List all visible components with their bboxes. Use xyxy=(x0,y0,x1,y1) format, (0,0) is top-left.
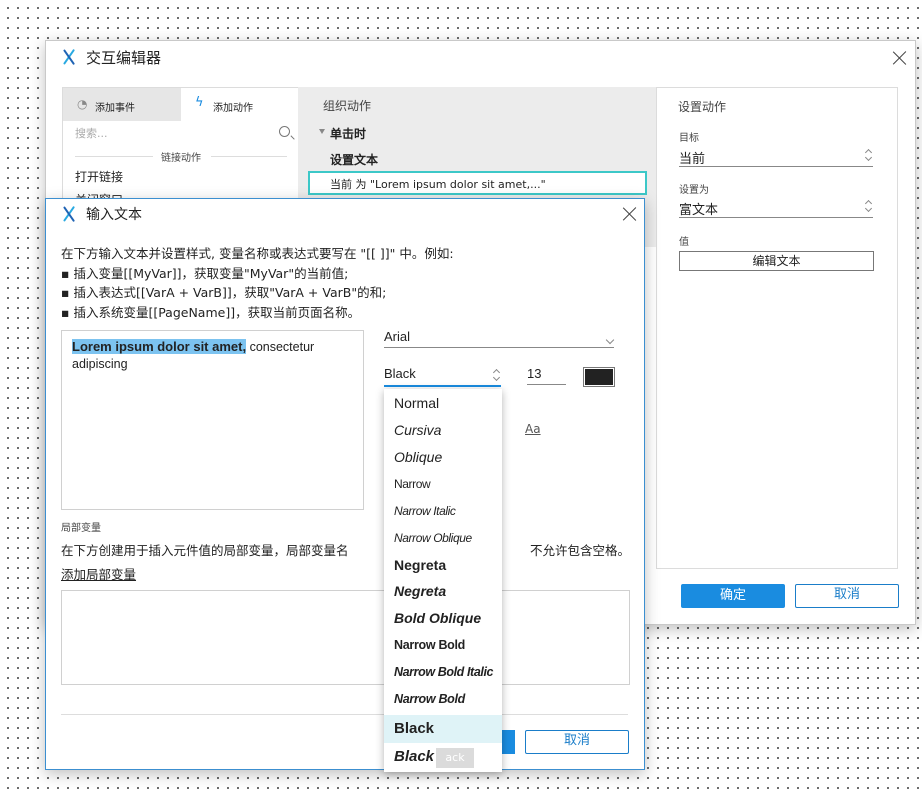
search-input[interactable]: 搜索... xyxy=(75,125,295,141)
rich-text-editor[interactable]: Lorem ipsum dolor sit amet, consectetur … xyxy=(61,330,364,510)
weight-option-negreta-italic[interactable]: Negreta xyxy=(384,578,502,604)
interaction-editor-title: 交互编辑器 xyxy=(86,49,162,67)
search-icon[interactable] xyxy=(279,126,290,137)
close-icon[interactable] xyxy=(623,207,637,221)
hidden-ok-fragment: ack xyxy=(436,748,474,768)
target-label: 目标 xyxy=(679,133,699,144)
ok-button[interactable]: 确定 xyxy=(681,584,785,608)
setas-select[interactable]: 富文本 xyxy=(679,199,873,218)
action-detail[interactable]: 当前 为 "Lorem ipsum dolor sit amet,..." xyxy=(308,171,647,195)
weight-option-narrow[interactable]: Narrow xyxy=(384,471,502,497)
weight-option-normal[interactable]: Normal xyxy=(384,390,502,416)
target-updown-icon xyxy=(865,148,873,162)
local-vars-desc-left: 在下方创建用于插入元件值的局部变量，局部变量名 xyxy=(61,543,349,558)
instruction-line: ▪ 插入系统变量[[PageName]]，获取当前页面名称。 xyxy=(61,304,361,320)
setas-updown-icon xyxy=(865,199,873,213)
font-weight-updown-icon xyxy=(493,368,501,382)
organize-header: 组织动作 xyxy=(323,99,372,113)
font-family-value: Arial xyxy=(384,329,411,344)
footer-divider xyxy=(61,714,628,715)
action-detail-text: 当前 为 "Lorem ipsum dolor sit amet,..." xyxy=(330,178,546,191)
font-weight-dropdown: Normal Cursiva Oblique Narrow Narrow Ita… xyxy=(384,389,502,772)
instruction-line: ▪ 插入表达式[[VarA + VarB]]，获取"VarA + VarB"的和… xyxy=(61,285,387,300)
weight-option-narrow-bold[interactable]: Narrow Bold xyxy=(384,632,502,658)
add-local-var-link[interactable]: 添加局部变量 xyxy=(61,564,136,583)
text-color-fill xyxy=(585,369,613,385)
event-icon: ◔ xyxy=(77,97,88,111)
target-value: 当前 xyxy=(679,152,706,167)
weight-option-narrow-bold-italic[interactable]: Narrow Bold Italic xyxy=(384,659,502,685)
value-label: 值 xyxy=(679,237,689,248)
weight-option-black-selected[interactable]: Black xyxy=(384,715,502,743)
configure-action-panel: 设置动作 目标 当前 设置为 富文本 值 编辑文本 xyxy=(656,87,898,569)
tab-add-event-label: 添加事件 xyxy=(95,103,135,114)
input-text-title: 输入文本 xyxy=(86,207,142,223)
instructions: 在下方输入文本并设置样式, 变量名称或表达式要写在 "[[ ]]" 中。例如: … xyxy=(61,244,454,322)
tab-add-action[interactable]: ϟ 添加动作 xyxy=(181,88,299,121)
font-family-select[interactable]: Arial xyxy=(384,329,614,348)
weight-option-narrow-bold-2[interactable]: Narrow Bold xyxy=(384,686,502,712)
setas-value: 富文本 xyxy=(679,203,719,218)
local-vars-label: 局部变量 xyxy=(61,523,101,534)
font-weight-select[interactable]: Black xyxy=(384,366,501,387)
link-item-open[interactable]: 打开链接 xyxy=(75,168,123,185)
weight-option-cursiva[interactable]: Cursiva xyxy=(384,417,502,443)
app-logo-icon xyxy=(61,49,77,65)
weight-option-negreta[interactable]: Negreta xyxy=(384,552,502,578)
link-actions-header: 链接动作 xyxy=(161,153,201,164)
collapse-triangle-icon[interactable] xyxy=(319,129,325,134)
target-select[interactable]: 当前 xyxy=(679,148,873,167)
weight-option-narrow-italic[interactable]: Narrow Italic xyxy=(384,498,502,524)
instruction-line: ▪ 插入变量[[MyVar]]，获取变量"MyVar"的当前值; xyxy=(61,265,349,281)
font-weight-value: Black xyxy=(384,366,416,381)
font-size-input[interactable]: 13 xyxy=(527,366,566,385)
config-header: 设置动作 xyxy=(678,100,727,114)
weight-option-narrow-oblique[interactable]: Narrow Oblique xyxy=(384,525,502,551)
cancel-button[interactable]: 取消 xyxy=(795,584,899,608)
input-text-dialog: 输入文本 在下方输入文本并设置样式, 变量名称或表达式要写在 "[[ ]]" 中… xyxy=(45,198,645,770)
setas-label: 设置为 xyxy=(679,185,709,196)
instruction-line: 在下方输入文本并设置样式, 变量名称或表达式要写在 "[[ ]]" 中。例如: xyxy=(61,246,454,261)
local-vars-table xyxy=(61,590,630,685)
font-size-value: 13 xyxy=(527,366,542,381)
selected-text: Lorem ipsum dolor sit amet, xyxy=(72,339,247,354)
text-format-icon[interactable]: Aa xyxy=(525,422,541,436)
weight-option-bold-oblique[interactable]: Bold Oblique xyxy=(384,605,502,631)
section-divider-right xyxy=(211,156,287,157)
action-set-text[interactable]: 设置文本 xyxy=(330,151,378,168)
edit-text-button[interactable]: 编辑文本 xyxy=(679,251,874,271)
tab-add-action-label: 添加动作 xyxy=(213,103,253,114)
lightning-icon: ϟ xyxy=(195,95,204,110)
local-vars-desc-right: 不允许包含空格。 xyxy=(530,543,631,558)
ok-button-partial[interactable] xyxy=(501,730,515,754)
editor-content: Lorem ipsum dolor sit amet, consectetur … xyxy=(72,338,356,373)
app-logo-icon xyxy=(61,206,77,222)
text-color-swatch[interactable] xyxy=(583,367,615,387)
event-click[interactable]: 单击时 xyxy=(330,125,366,142)
cancel-button[interactable]: 取消 xyxy=(525,730,629,754)
weight-option-oblique[interactable]: Oblique xyxy=(384,444,502,470)
close-icon[interactable] xyxy=(893,51,907,65)
tab-add-event[interactable]: ◔ 添加事件 xyxy=(63,88,181,121)
section-divider-left xyxy=(75,156,153,157)
